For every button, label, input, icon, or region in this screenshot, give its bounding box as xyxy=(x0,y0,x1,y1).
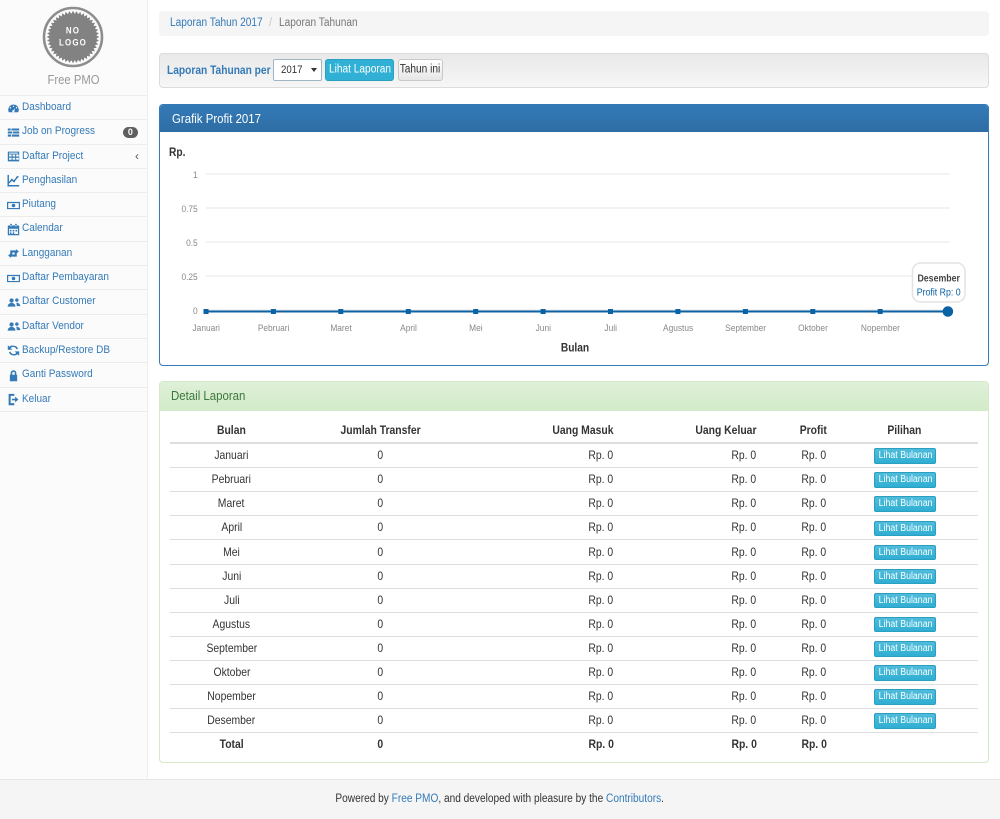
svg-text:Juni: Juni xyxy=(535,323,550,334)
svg-text:1: 1 xyxy=(193,169,198,180)
svg-text:0.5: 0.5 xyxy=(186,237,198,248)
svg-text:LOGO: LOGO xyxy=(59,37,87,48)
svg-text:Profit Rp: 0: Profit Rp: 0 xyxy=(916,286,960,298)
svg-text:Pebruari: Pebruari xyxy=(257,323,289,334)
svg-text:Juli: Juli xyxy=(604,323,617,334)
svg-text:Rp.: Rp. xyxy=(169,146,185,159)
svg-text:Nopember: Nopember xyxy=(860,323,899,334)
svg-text:Maret: Maret xyxy=(330,323,352,334)
svg-text:Bulan: Bulan xyxy=(560,342,588,355)
svg-text:Mei: Mei xyxy=(469,323,482,334)
svg-text:September: September xyxy=(725,323,766,334)
svg-text:Januari: Januari xyxy=(192,323,219,334)
svg-text:0.25: 0.25 xyxy=(181,271,197,282)
svg-text:NO: NO xyxy=(66,25,80,36)
svg-text:Agustus: Agustus xyxy=(663,323,694,334)
svg-text:0.75: 0.75 xyxy=(181,203,197,214)
svg-text:0: 0 xyxy=(193,305,198,316)
svg-text:Desember: Desember xyxy=(917,272,960,284)
svg-text:April: April xyxy=(400,323,417,334)
svg-text:Oktober: Oktober xyxy=(798,323,828,334)
